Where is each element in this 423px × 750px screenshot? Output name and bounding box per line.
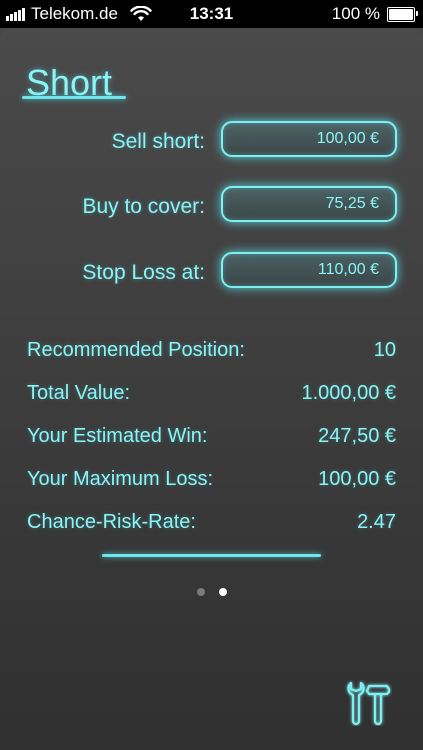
sell-short-row: Sell short: — [0, 121, 423, 163]
page-dot-1[interactable] — [196, 588, 205, 596]
status-right: 100 % — [331, 4, 418, 24]
chance-risk-rate-value: 2.47 — [357, 511, 396, 533]
result-row: Chance-Risk-Rate: 2.47 — [27, 511, 396, 537]
estimated-win-label: Your Estimated Win: — [27, 425, 208, 447]
result-row: Your Maximum Loss: 100,00 € — [27, 468, 396, 494]
battery-percent: 100 % — [331, 4, 380, 23]
total-value-label: Total Value: — [27, 382, 131, 404]
stop-loss-input[interactable] — [221, 252, 397, 288]
buy-to-cover-label: Buy to cover: — [82, 195, 205, 218]
app-screen: Telekom.de 13:31 100 % Short Sell short:… — [0, 0, 423, 750]
maximum-loss-label: Your Maximum Loss: — [27, 468, 213, 490]
battery-icon — [387, 6, 418, 22]
tools-icon — [347, 681, 391, 726]
results-divider — [102, 554, 321, 557]
recommended-position-value: 10 — [373, 339, 396, 361]
status-bar: Telekom.de 13:31 100 % — [0, 0, 423, 28]
battery-fill — [389, 8, 413, 20]
estimated-win-value: 247,50 € — [318, 425, 396, 447]
sell-short-input[interactable] — [221, 121, 397, 157]
title-underline — [22, 96, 126, 99]
chance-risk-rate-label: Chance-Risk-Rate: — [27, 511, 196, 533]
page-indicator[interactable] — [0, 588, 423, 596]
result-row: Total Value: 1.000,00 € — [27, 382, 396, 408]
recommended-position-label: Recommended Position: — [27, 339, 245, 361]
page-dot-2[interactable] — [218, 588, 227, 596]
stop-loss-row: Stop Loss at: — [0, 252, 423, 294]
stop-loss-label: Stop Loss at: — [82, 261, 205, 284]
result-row: Recommended Position: 10 — [27, 339, 396, 365]
buy-to-cover-row: Buy to cover: — [0, 186, 423, 228]
maximum-loss-value: 100,00 € — [318, 468, 396, 490]
total-value-value: 1.000,00 € — [301, 382, 396, 404]
result-row: Your Estimated Win: 247,50 € — [27, 425, 396, 451]
buy-to-cover-input[interactable] — [221, 186, 397, 222]
settings-button[interactable] — [344, 680, 392, 726]
calculator-card: Short Sell short: Buy to cover: Stop Los… — [0, 28, 423, 750]
sell-short-label: Sell short: — [111, 130, 205, 153]
